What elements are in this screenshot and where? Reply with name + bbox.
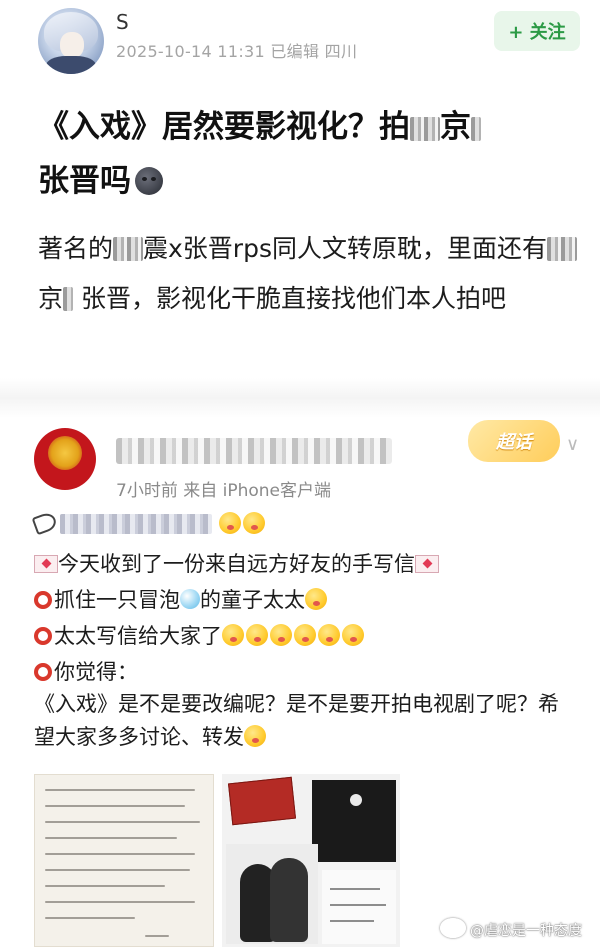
emoji-face-icon [246,624,268,646]
love-letter-icon [34,555,58,573]
embedded-line-3: 太太写信给大家了 [34,620,366,650]
follow-button[interactable]: + 关注 [494,11,580,51]
blurred-topic-tag [60,514,212,534]
post-title: 《入戏》居然要影视化？拍京张晋吗 [38,100,583,208]
embedded-avatar [34,428,96,490]
body-text-4: 张晋，影视化干脆直接找他们本人拍吧 [73,284,506,313]
weibo-logo-icon [440,918,466,938]
topic-tag-line [31,510,267,536]
embedded-line-4-text: 你觉得： [54,660,138,684]
emoji-face-icon [218,512,241,534]
body-text-2: 震x张晋rps同人文转原耽，里面还有 [143,234,547,263]
title-text-2: 京 [440,109,471,145]
emoji-face-icon [318,624,340,646]
username[interactable]: S [116,10,129,34]
emoji-face-icon [294,624,316,646]
post-body: 著名的 震x张晋rps同人文转原耽，里面还有京 张晋，影视化干脆直接找他们本人拍吧 [38,224,586,324]
circle-icon [34,663,52,681]
embedded-line-3-text: 太太写信给大家了 [54,624,222,648]
emoji-face-icon [242,512,265,534]
emoji-face-icon [244,725,266,747]
censored-text [63,287,74,311]
censored-text [546,237,577,261]
embedded-line-2a: 抓住一只冒泡 [54,588,180,612]
emblem-icon [48,436,82,470]
moon-face-icon [135,167,163,195]
embedded-line-1: 今天收到了一份来自远方好友的手写信 [34,548,439,578]
supertopic-badge: 超话 [468,420,560,462]
handwritten-letter-photo[interactable] [34,774,214,947]
emoji-face-icon [342,624,364,646]
embedded-line-2b: 的童子太太 [200,588,305,612]
embedded-paragraph: 《入戏》是不是要改编呢？是不是要开拍电视剧了呢？希望大家多多讨论、转发 [34,688,574,754]
user-avatar[interactable] [38,8,104,74]
cards-photo[interactable] [222,774,400,947]
title-text-1: 《入戏》居然要影视化？拍 [38,109,410,145]
embedded-paragraph-text: 《入戏》是不是要改编呢？是不是要开拍电视剧了呢？希望大家多多讨论、转发 [34,692,559,749]
chevron-down-icon: ∨ [566,434,580,455]
blurred-username [116,438,392,464]
embedded-line-4: 你觉得： [34,656,138,686]
embedded-meta: 7小时前 来自 iPhone客户端 [116,481,332,501]
post-meta: 2025-10-14 11:31 已编辑 四川 [116,42,358,61]
circle-icon [34,627,52,645]
censored-text [113,237,144,261]
love-letter-icon [415,555,439,573]
title-text-3: 张晋吗 [38,163,131,199]
tag-icon [31,510,59,536]
circle-icon [34,591,52,609]
section-divider [0,378,600,418]
body-text-1: 著名的 [38,234,114,263]
bubbles-icon [180,589,200,609]
emoji-face-icon [305,588,327,610]
watermark: @虐恋是一种态度 [440,918,582,940]
emoji-face-icon [270,624,292,646]
embedded-line-1-text: 今天收到了一份来自远方好友的手写信 [58,552,415,576]
body-text-3: 京 [38,284,64,313]
censored-text [410,117,440,141]
watermark-text: @虐恋是一种态度 [470,923,582,939]
emoji-face-icon [222,624,244,646]
embedded-line-2: 抓住一只冒泡 的童子太太 [34,584,329,614]
censored-text [471,117,481,141]
